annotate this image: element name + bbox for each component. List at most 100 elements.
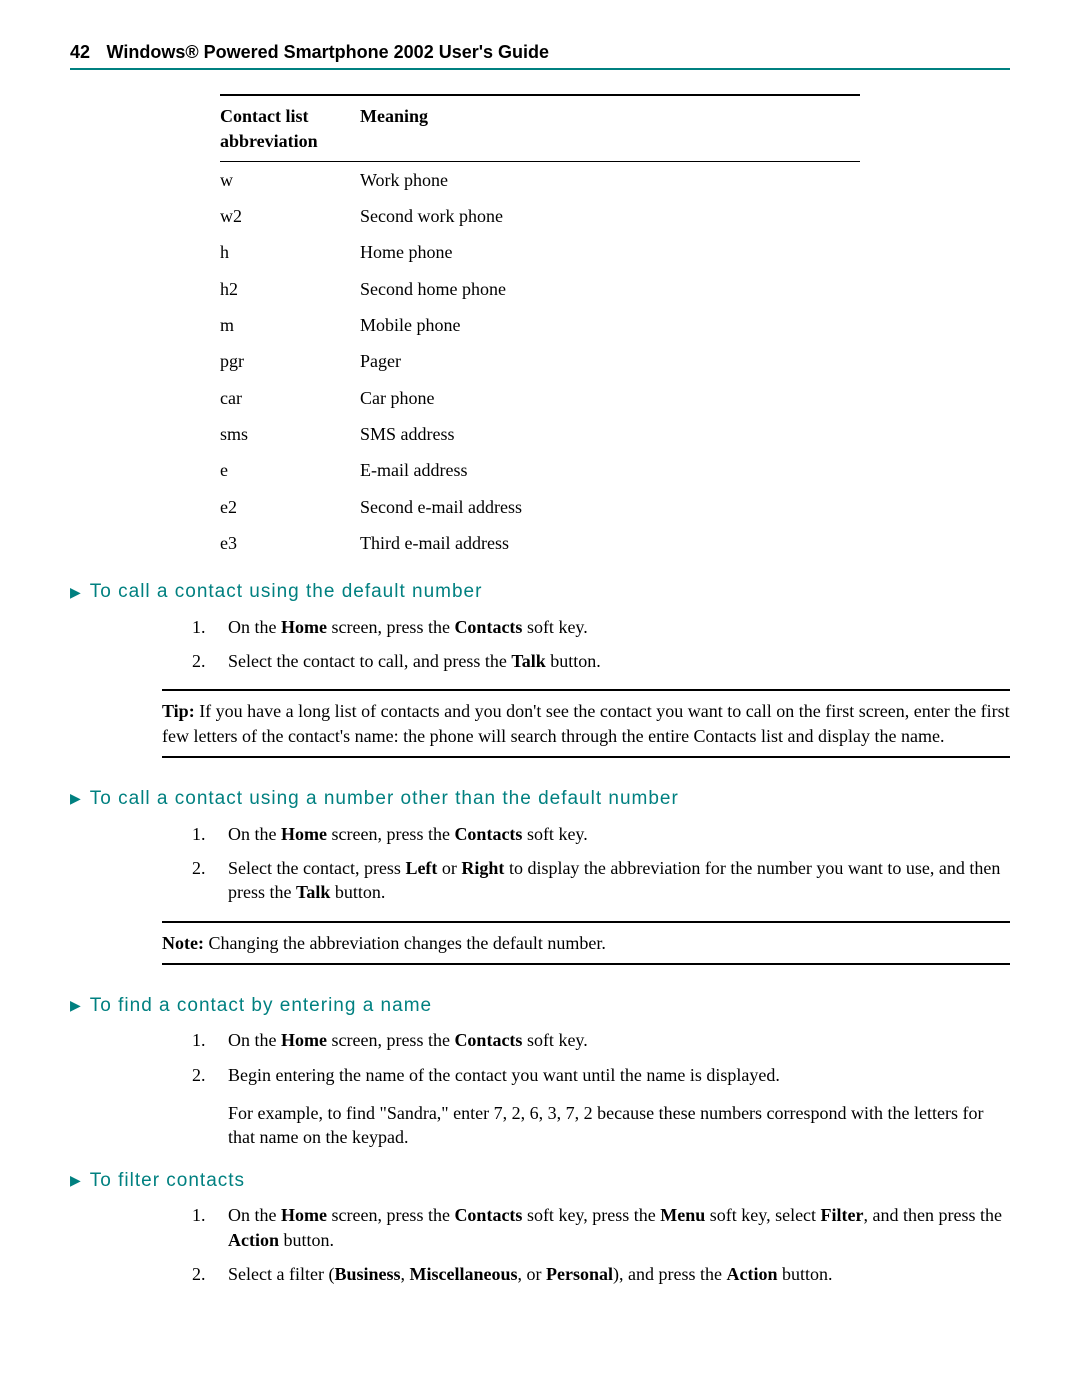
text: On the xyxy=(228,1205,281,1225)
doc-title: Windows® Powered Smartphone 2002 User's … xyxy=(107,42,550,62)
bold-text: Action xyxy=(228,1230,279,1250)
table-row: hHome phone xyxy=(220,234,860,270)
page-header: 42 Windows® Powered Smartphone 2002 User… xyxy=(70,40,1010,70)
text: soft key. xyxy=(522,1030,587,1050)
abbrev-cell: m xyxy=(220,307,360,343)
note-label: Note: xyxy=(162,933,204,953)
text: , or xyxy=(518,1264,547,1284)
steps-filter: On the Home screen, press the Contacts s… xyxy=(70,1203,1010,1286)
table-row: h2Second home phone xyxy=(220,271,860,307)
abbrev-cell: w2 xyxy=(220,198,360,234)
meaning-cell: Home phone xyxy=(360,234,860,270)
list-item: Select a filter (Business, Miscellaneous… xyxy=(210,1262,1010,1286)
abbreviation-table: Contact list abbreviation Meaning wWork … xyxy=(220,94,860,561)
arrow-icon: ▶ xyxy=(70,789,82,808)
table-row: smsSMS address xyxy=(220,416,860,452)
text: Select the contact, press xyxy=(228,858,405,878)
bold-text: Miscellaneous xyxy=(410,1264,518,1284)
text: Begin entering the name of the contact y… xyxy=(228,1065,780,1085)
col-header-abbrev: Contact list abbreviation xyxy=(220,95,360,161)
text: button. xyxy=(279,1230,334,1250)
arrow-icon: ▶ xyxy=(70,583,82,602)
steps-find-name: On the Home screen, press the Contacts s… xyxy=(70,1028,1010,1149)
bold-text: Personal xyxy=(546,1264,613,1284)
text: soft key, select xyxy=(705,1205,820,1225)
bold-text: Contacts xyxy=(454,617,522,637)
table-row: pgrPager xyxy=(220,343,860,379)
text: On the xyxy=(228,824,281,844)
text: button. xyxy=(330,882,385,902)
section-heading-call-default: ▶ To call a contact using the default nu… xyxy=(70,579,1010,605)
text: screen, press the xyxy=(327,617,454,637)
text: screen, press the xyxy=(327,1205,454,1225)
list-item: On the Home screen, press the Contacts s… xyxy=(210,615,1010,639)
abbrev-cell: pgr xyxy=(220,343,360,379)
text: Select the contact to call, and press th… xyxy=(228,651,511,671)
meaning-cell: Car phone xyxy=(360,380,860,416)
table-row: mMobile phone xyxy=(220,307,860,343)
table-row: e3Third e-mail address xyxy=(220,525,860,561)
abbrev-cell: h2 xyxy=(220,271,360,307)
bold-text: Business xyxy=(334,1264,400,1284)
bold-text: Menu xyxy=(660,1205,705,1225)
list-item: Select the contact, press Left or Right … xyxy=(210,856,1010,905)
bold-text: Contacts xyxy=(454,824,522,844)
table-row: e2Second e-mail address xyxy=(220,489,860,525)
col-header-meaning: Meaning xyxy=(360,95,860,161)
bold-text: Action xyxy=(726,1264,777,1284)
bold-text: Right xyxy=(461,858,504,878)
bold-text: Home xyxy=(281,1030,327,1050)
table-row: w2Second work phone xyxy=(220,198,860,234)
text: button. xyxy=(546,651,601,671)
text: button. xyxy=(777,1264,832,1284)
tip-text: If you have a long list of contacts and … xyxy=(162,701,1010,745)
section-title: To call a contact using a number other t… xyxy=(90,786,679,812)
steps-call-default: On the Home screen, press the Contacts s… xyxy=(70,615,1010,674)
bold-text: Filter xyxy=(821,1205,864,1225)
text: , xyxy=(401,1264,410,1284)
list-item: On the Home screen, press the Contacts s… xyxy=(210,822,1010,846)
section-title: To call a contact using the default numb… xyxy=(90,579,483,605)
list-item: Select the contact to call, and press th… xyxy=(210,649,1010,673)
bold-text: Talk xyxy=(296,882,330,902)
bold-text: Talk xyxy=(511,651,545,671)
bold-text: Home xyxy=(281,824,327,844)
meaning-cell: Second work phone xyxy=(360,198,860,234)
text: soft key, press the xyxy=(522,1205,660,1225)
arrow-icon: ▶ xyxy=(70,1171,82,1190)
text: , and then press the xyxy=(864,1205,1002,1225)
text: screen, press the xyxy=(327,1030,454,1050)
section-title: To filter contacts xyxy=(90,1168,245,1194)
text: ), and press the xyxy=(613,1264,726,1284)
abbrev-cell: e2 xyxy=(220,489,360,525)
text: or xyxy=(437,858,461,878)
bold-text: Left xyxy=(405,858,437,878)
meaning-cell: E-mail address xyxy=(360,452,860,488)
list-item: On the Home screen, press the Contacts s… xyxy=(210,1203,1010,1252)
note-text: Changing the abbreviation changes the de… xyxy=(204,933,606,953)
bold-text: Contacts xyxy=(454,1030,522,1050)
page-number: 42 xyxy=(70,42,90,62)
table-row: eE-mail address xyxy=(220,452,860,488)
meaning-cell: Work phone xyxy=(360,161,860,198)
section-title: To find a contact by entering a name xyxy=(90,993,432,1019)
abbrev-cell: w xyxy=(220,161,360,198)
meaning-cell: SMS address xyxy=(360,416,860,452)
example-text: For example, to find "Sandra," enter 7, … xyxy=(228,1101,1010,1150)
abbrev-cell: h xyxy=(220,234,360,270)
abbrev-cell: car xyxy=(220,380,360,416)
meaning-cell: Second home phone xyxy=(360,271,860,307)
col-header-abbrev-l2: abbreviation xyxy=(220,131,318,151)
table-row: wWork phone xyxy=(220,161,860,198)
tip-callout: Tip: If you have a long list of contacts… xyxy=(162,689,1010,758)
table-row: carCar phone xyxy=(220,380,860,416)
meaning-cell: Mobile phone xyxy=(360,307,860,343)
bold-text: Contacts xyxy=(454,1205,522,1225)
list-item: Begin entering the name of the contact y… xyxy=(210,1063,1010,1150)
section-heading-call-other: ▶ To call a contact using a number other… xyxy=(70,786,1010,812)
tip-label: Tip: xyxy=(162,701,195,721)
list-item: On the Home screen, press the Contacts s… xyxy=(210,1028,1010,1052)
abbrev-cell: e3 xyxy=(220,525,360,561)
text: screen, press the xyxy=(327,824,454,844)
abbrev-cell: sms xyxy=(220,416,360,452)
